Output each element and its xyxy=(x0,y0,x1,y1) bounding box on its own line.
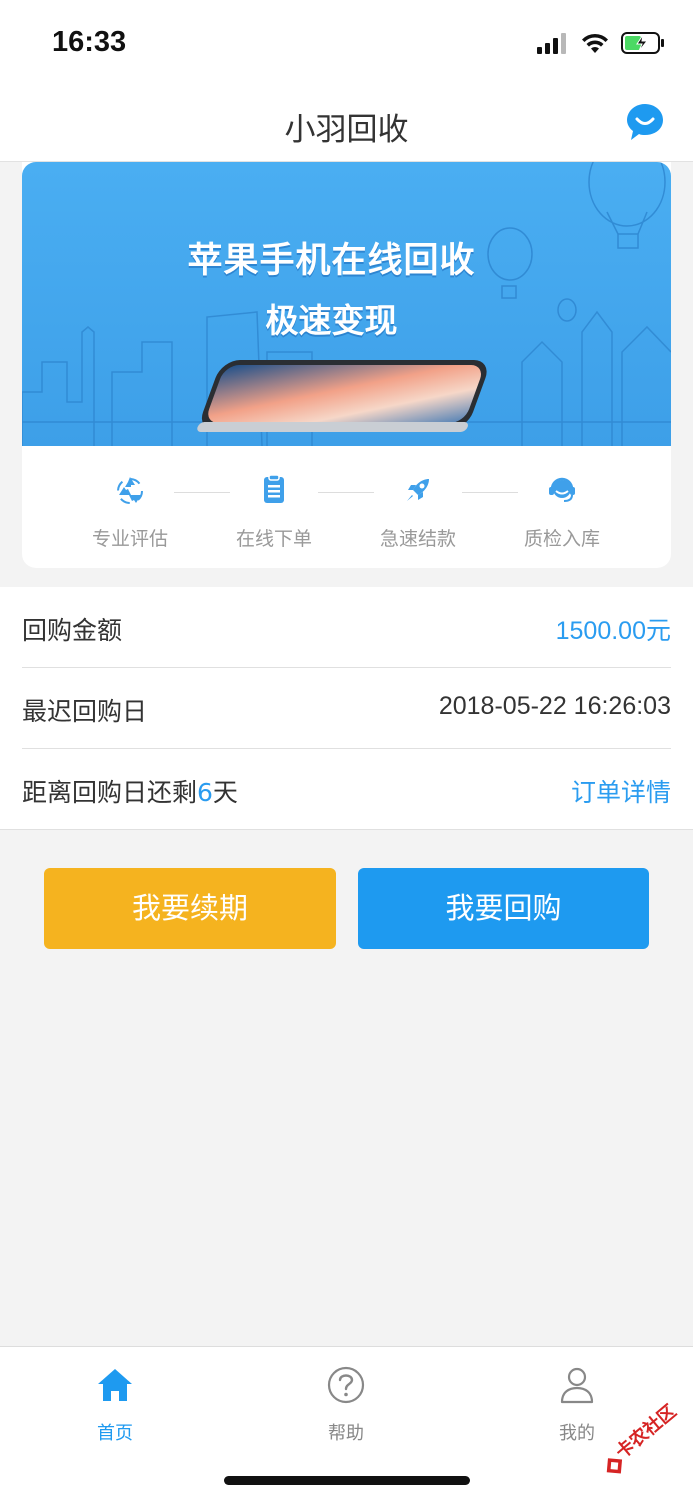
step-evaluate: 专业评估 xyxy=(75,474,185,551)
clipboard-icon xyxy=(264,474,284,503)
status-bar: 16:33 xyxy=(0,0,693,84)
chat-bubble-icon[interactable] xyxy=(625,102,665,142)
nav-bar: 小羽回收 xyxy=(0,84,693,162)
rocket-icon xyxy=(407,479,429,501)
order-detail-link[interactable]: 订单详情 xyxy=(571,773,671,809)
battery-charging-icon xyxy=(621,32,664,54)
help-icon xyxy=(327,1366,365,1404)
buyback-button[interactable]: 我要回购 xyxy=(358,868,649,949)
process-steps: 专业评估 在线下单 急速结款 质检入库 xyxy=(22,446,671,568)
buyback-amount-row: 回购金额 1500.00元 xyxy=(22,587,671,668)
remaining-days-row: 距离回购日还剩6天 订单详情 xyxy=(22,749,671,830)
signal-icon xyxy=(537,33,566,54)
status-time: 16:33 xyxy=(52,26,127,58)
step-label: 质检入库 xyxy=(523,528,600,550)
wifi-icon xyxy=(582,33,608,53)
step-label: 在线下单 xyxy=(235,528,312,550)
headset-icon xyxy=(549,477,575,502)
page-title: 小羽回收 xyxy=(284,112,409,148)
status-icons xyxy=(537,30,665,56)
user-icon xyxy=(560,1367,594,1404)
step-label: 专业评估 xyxy=(91,528,168,550)
tab-home[interactable]: 首页 xyxy=(55,1365,175,1445)
deadline-row: 最迟回购日 2018-05-22 16:26:03 xyxy=(22,668,671,749)
deadline-label: 最迟回购日 xyxy=(22,697,148,726)
tab-help[interactable]: 帮助 xyxy=(286,1365,406,1445)
banner-subheadline: 极速变现 xyxy=(265,301,398,340)
remaining-prefix: 距离回购日还剩 xyxy=(22,778,198,807)
recycle-icon xyxy=(117,477,143,504)
remaining-days-text: 距离回购日还剩6天 xyxy=(22,773,238,809)
step-label: 急速结款 xyxy=(379,528,456,550)
home-icon xyxy=(98,1369,132,1401)
tab-label: 首页 xyxy=(97,1423,133,1444)
buyback-amount-label: 回购金额 xyxy=(22,616,123,645)
remaining-days-count: 6 xyxy=(197,778,213,807)
banner-card: 苹果手机在线回收 极速变现 专业评估 在线下单 急速结款 质检入库 xyxy=(22,162,671,568)
renew-button[interactable]: 我要续期 xyxy=(44,868,336,949)
step-order: 在线下单 xyxy=(219,474,329,551)
tab-label: 帮助 xyxy=(328,1423,364,1444)
remaining-suffix: 天 xyxy=(212,778,238,807)
step-payment: 急速结款 xyxy=(363,474,473,551)
banner-image[interactable]: 苹果手机在线回收 极速变现 xyxy=(22,162,671,446)
deadline-value: 2018-05-22 16:26:03 xyxy=(438,692,671,720)
order-info-list: 回购金额 1500.00元 最迟回购日 2018-05-22 16:26:03 … xyxy=(0,587,693,830)
home-indicator xyxy=(224,1476,470,1485)
step-inspection: 质检入库 xyxy=(507,474,617,551)
banner-headline: 苹果手机在线回收 xyxy=(187,241,476,281)
buyback-amount-value: 1500.00元 xyxy=(555,617,671,645)
